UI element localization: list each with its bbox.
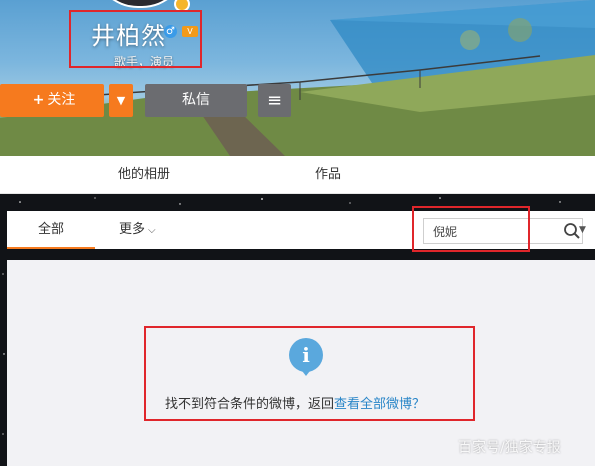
search-type-dropdown-icon[interactable]: ▼: [579, 217, 586, 243]
profile-tabbar: 他的相册 作品: [0, 156, 595, 194]
follow-button[interactable]: + 关注: [0, 84, 104, 117]
empty-highlight-box: [144, 326, 475, 421]
follow-dropdown-button[interactable]: ▼: [109, 84, 133, 117]
filter-tab-all[interactable]: 全部: [7, 211, 95, 249]
plus-icon: +: [32, 92, 45, 108]
name-highlight-box: [69, 10, 202, 68]
filter-more-label: 更多: [119, 222, 146, 237]
tab-album[interactable]: 他的相册: [118, 156, 170, 194]
tab-works[interactable]: 作品: [315, 156, 341, 194]
message-button[interactable]: 私信: [145, 84, 247, 117]
search-highlight-box: [412, 206, 530, 252]
filter-tab-more[interactable]: 更多 ⌵: [119, 211, 156, 249]
follow-label: 关注: [47, 92, 76, 108]
chevron-down-icon: ⌵: [148, 225, 156, 236]
more-menu-icon[interactable]: ≡: [258, 84, 291, 117]
watermark: 百家号/独家专报: [458, 440, 561, 456]
